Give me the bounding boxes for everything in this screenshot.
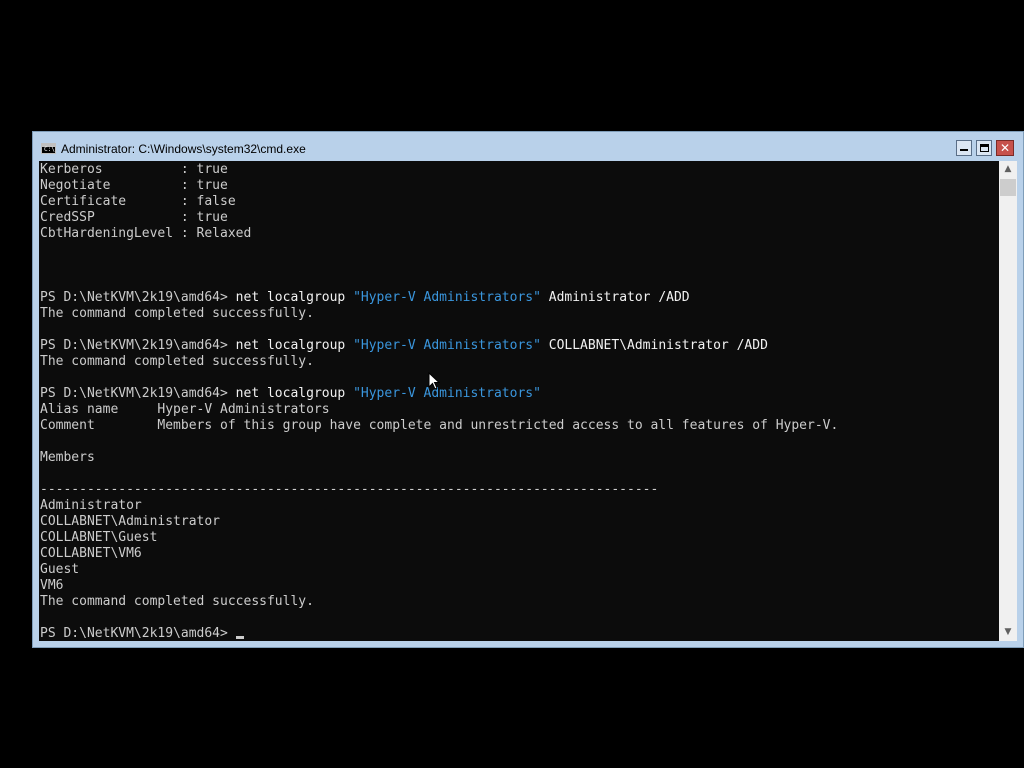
output-line: ----------------------------------------… (40, 482, 659, 497)
cmd-console-icon[interactable]: C:\ (41, 143, 56, 154)
output-line: COLLABNET\Guest (40, 530, 158, 545)
string-argument: "Hyper-V Administrators" (353, 290, 541, 305)
minimize-icon (960, 149, 968, 151)
string-argument: "Hyper-V Administrators" (353, 338, 541, 353)
output-line: The command completed successfully. (40, 306, 314, 321)
window-title: Administrator: C:\Windows\system32\cmd.e… (61, 142, 306, 156)
text-cursor (235, 636, 244, 639)
close-icon: ✕ (999, 141, 1011, 155)
prompt-line: PS D:\NetKVM\2k19\amd64> net localgroup … (40, 290, 690, 306)
output-line: Members (40, 450, 95, 465)
close-button[interactable]: ✕ (996, 140, 1014, 156)
output-line: Certificate : false (40, 194, 236, 209)
output-line: Comment Members of this group have compl… (40, 418, 839, 433)
cmd-window[interactable]: C:\ Administrator: C:\Windows\system32\c… (32, 131, 1024, 648)
output-line: CredSSP : true (40, 210, 228, 225)
output-line: Guest (40, 562, 80, 577)
scroll-down-arrow-icon[interactable]: ▼ (999, 624, 1017, 641)
output-line: COLLABNET\VM6 (40, 546, 142, 561)
prompt-line: PS D:\NetKVM\2k19\amd64> net localgroup … (40, 338, 768, 354)
prompt-text: PS D:\NetKVM\2k19\amd64> (40, 290, 236, 305)
scroll-up-arrow-icon[interactable]: ▲ (999, 161, 1017, 178)
command-arguments: Administrator /ADD (540, 290, 690, 305)
command-text: net localgroup (235, 386, 354, 401)
prompt-line: PS D:\NetKVM\2k19\amd64> (40, 626, 244, 641)
command-text: net localgroup (235, 290, 354, 305)
prompt-text: PS D:\NetKVM\2k19\amd64> (40, 338, 236, 353)
prompt-text: PS D:\NetKVM\2k19\amd64> (40, 626, 236, 641)
icon-prompt-glyph: C:\ (44, 146, 55, 153)
vertical-scrollbar[interactable]: ▲ ▼ (999, 161, 1017, 641)
string-argument: "Hyper-V Administrators" (353, 386, 541, 401)
prompt-line: PS D:\NetKVM\2k19\amd64> net localgroup … (40, 386, 541, 402)
maximize-icon (980, 144, 989, 152)
output-line: COLLABNET\Administrator (40, 514, 221, 529)
output-line: Negotiate : true (40, 178, 228, 193)
maximize-button[interactable] (976, 140, 992, 156)
command-text: net localgroup (235, 338, 354, 353)
mouse-pointer-icon (428, 372, 440, 390)
output-line: CbtHardeningLevel : Relaxed (40, 226, 252, 241)
output-line: Administrator (40, 498, 142, 513)
output-line: Kerberos : true (40, 162, 228, 177)
prompt-text: PS D:\NetKVM\2k19\amd64> (40, 386, 236, 401)
scroll-thumb[interactable] (1000, 179, 1016, 196)
command-arguments: COLLABNET\Administrator /ADD (540, 338, 768, 353)
output-line: VM6 (40, 578, 64, 593)
output-line: The command completed successfully. (40, 594, 314, 609)
console-output[interactable]: Kerberos : true Negotiate : true Certifica… (39, 161, 999, 641)
output-line: The command completed successfully. (40, 354, 314, 369)
output-line: Alias name Hyper-V Administrators (40, 402, 330, 417)
minimize-button[interactable] (956, 140, 972, 156)
title-bar[interactable]: C:\ Administrator: C:\Windows\system32\c… (33, 132, 1023, 161)
